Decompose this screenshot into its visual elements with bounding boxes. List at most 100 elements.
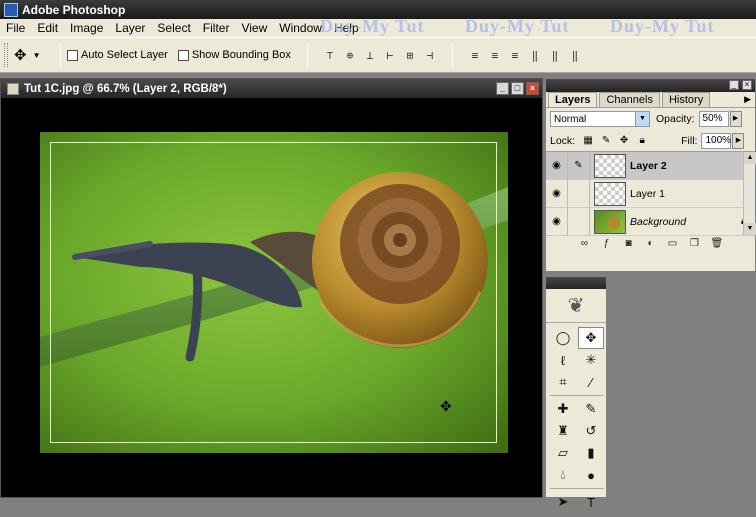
tab-layers[interactable]: Layers [548, 92, 598, 107]
link-cell[interactable] [568, 207, 590, 236]
eye-icon[interactable]: ◉ [546, 207, 568, 236]
eye-icon[interactable]: ◉ [546, 151, 568, 180]
fill-slider-button[interactable]: ▶ [732, 132, 745, 149]
options-grip[interactable] [4, 43, 8, 67]
lock-position-icon[interactable]: ✥ [618, 135, 630, 147]
opacity-slider-button[interactable]: ▶ [729, 111, 742, 127]
blend-mode-value: Normal [554, 113, 587, 125]
layer-mask-icon[interactable]: ◙ [623, 238, 635, 250]
align-hcenter-icon[interactable]: ⊞ [402, 47, 418, 63]
layer-thumbnail [594, 181, 626, 206]
auto-select-layer-checkbox[interactable] [67, 49, 78, 61]
type-tool-icon[interactable]: T [578, 491, 604, 513]
layer-row[interactable]: ◉ Background 🔒︎ [546, 207, 755, 236]
menu-filter[interactable]: Filter [197, 21, 236, 35]
healing-brush-tool-icon[interactable]: ✚ [550, 398, 576, 420]
trash-icon[interactable]: 🗑︎ [711, 238, 724, 250]
panel-close-icon[interactable]: × [742, 80, 752, 90]
app-titlebar: Adobe Photoshop [0, 0, 756, 19]
panel-minimize-icon[interactable]: _ [729, 80, 739, 90]
divider [550, 395, 604, 396]
link-layers-icon[interactable]: ∞ [579, 238, 591, 250]
toolbox-titlebar[interactable] [546, 277, 606, 289]
distribute-right-icon[interactable]: ‖ [567, 47, 583, 63]
lock-image-icon[interactable]: ✎ [600, 135, 612, 147]
scroll-up-icon[interactable]: ▲ [744, 152, 756, 164]
brush-icon[interactable]: ✎ [568, 151, 590, 180]
fill-field[interactable]: 100% [701, 132, 732, 149]
distribute-hcenter-icon[interactable]: ‖ [547, 47, 563, 63]
distribute-top-icon[interactable]: ≡ [467, 47, 483, 63]
options-bar: ✥ ▼ Auto Select Layer Show Bounding Box … [0, 37, 756, 73]
slice-tool-icon[interactable]: ⁄ [578, 371, 604, 393]
distribute-bottom-icon[interactable]: ≡ [507, 47, 523, 63]
layer-row[interactable]: ◉ ✎ Layer 2 [546, 151, 755, 180]
move-tool-icon: ✥ [14, 47, 27, 64]
close-icon[interactable]: × [526, 82, 539, 95]
minimize-icon[interactable]: _ [496, 82, 509, 95]
dodge-tool-icon[interactable]: ● [578, 464, 604, 486]
align-top-icon[interactable]: ⊤ [322, 47, 338, 63]
link-cell[interactable] [568, 179, 590, 208]
distribute-vcenter-icon[interactable]: ≡ [487, 47, 503, 63]
divider [306, 43, 308, 67]
history-brush-tool-icon[interactable]: ↺ [578, 420, 604, 442]
new-layer-icon[interactable]: ❐ [689, 238, 701, 250]
snail-photo[interactable] [40, 132, 508, 453]
lock-row: Lock: ▦ ✎ ✥ 🔒︎ Fill: 100% ▶ [546, 130, 755, 152]
show-bounding-box-option[interactable]: Show Bounding Box [177, 49, 291, 61]
layer-style-icon[interactable]: ƒ [601, 238, 613, 250]
tool-preset-picker[interactable]: ✥ ▼ [14, 46, 54, 64]
align-left-icon[interactable]: ⊢ [382, 47, 398, 63]
magic-wand-tool-icon[interactable]: ✳ [578, 349, 604, 371]
distribute-left-icon[interactable]: ‖ [527, 47, 543, 63]
document-titlebar[interactable]: Tut 1C.jpg @ 66.7% (Layer 2, RGB/8*) _ □… [1, 79, 542, 98]
show-bounding-box-checkbox[interactable] [177, 49, 189, 61]
auto-select-layer-option[interactable]: Auto Select Layer [67, 49, 168, 61]
align-bottom-icon[interactable]: ⊥ [362, 47, 378, 63]
blend-row: Normal ▼ Opacity: 50% ▶ [546, 108, 755, 130]
lock-transparent-icon[interactable]: ▦ [582, 135, 594, 147]
move-tool-icon[interactable]: ✥ [578, 327, 604, 349]
menu-window[interactable]: Window [273, 21, 328, 35]
layer-scrollbar[interactable]: ▲ ▼ [743, 152, 756, 235]
tab-channels[interactable]: Channels [599, 92, 660, 107]
opacity-field[interactable]: 50% [698, 111, 729, 127]
path-selection-tool-icon[interactable]: ➤ [550, 491, 576, 513]
gradient-tool-icon[interactable]: ▮ [578, 442, 604, 464]
clone-stamp-tool-icon[interactable]: ♜ [550, 420, 576, 442]
crop-tool-icon[interactable]: ⌗ [550, 371, 576, 393]
watermark-text: Duy-My Tut [610, 19, 715, 36]
align-right-icon[interactable]: ⊣ [422, 47, 438, 63]
lock-label: Lock: [550, 134, 576, 147]
eraser-tool-icon[interactable]: ▱ [550, 442, 576, 464]
menu-edit[interactable]: Edit [31, 21, 64, 35]
menu-layer[interactable]: Layer [109, 21, 151, 35]
panel-menu-icon[interactable]: ▶ [744, 94, 751, 105]
layer-row[interactable]: ◉ Layer 1 [546, 179, 755, 208]
adjustment-layer-icon[interactable]: ◐ [645, 238, 657, 250]
menu-help[interactable]: Help [328, 21, 365, 35]
menu-image[interactable]: Image [64, 21, 109, 35]
divider [60, 43, 61, 67]
maximize-icon[interactable]: □ [511, 82, 524, 95]
brush-tool-icon[interactable]: ✎ [578, 398, 604, 420]
canvas-area[interactable] [2, 99, 541, 497]
menu-select[interactable]: Select [151, 21, 196, 35]
panel-titlebar[interactable]: _ × [546, 79, 755, 92]
chevron-down-icon: ▼ [635, 112, 649, 126]
new-group-icon[interactable]: ▭ [667, 238, 679, 250]
marquee-tool-icon[interactable]: ◯ [550, 327, 576, 349]
align-vcenter-icon[interactable]: ⊕ [342, 47, 358, 63]
blend-mode-select[interactable]: Normal ▼ [550, 111, 650, 127]
scroll-down-icon[interactable]: ▼ [744, 223, 756, 235]
menu-view[interactable]: View [235, 21, 273, 35]
eye-icon[interactable]: ◉ [546, 179, 568, 208]
menu-file[interactable]: File [0, 21, 31, 35]
lasso-tool-icon[interactable]: ℓ [550, 349, 576, 371]
blur-tool-icon[interactable]: 💧︎ [550, 464, 576, 486]
lock-all-icon[interactable]: 🔒︎ [636, 135, 648, 147]
document-title: Tut 1C.jpg @ 66.7% (Layer 2, RGB/8*) [24, 82, 227, 95]
photoshop-feather-icon[interactable]: ❦ [546, 289, 606, 323]
tab-history[interactable]: History [661, 92, 711, 107]
